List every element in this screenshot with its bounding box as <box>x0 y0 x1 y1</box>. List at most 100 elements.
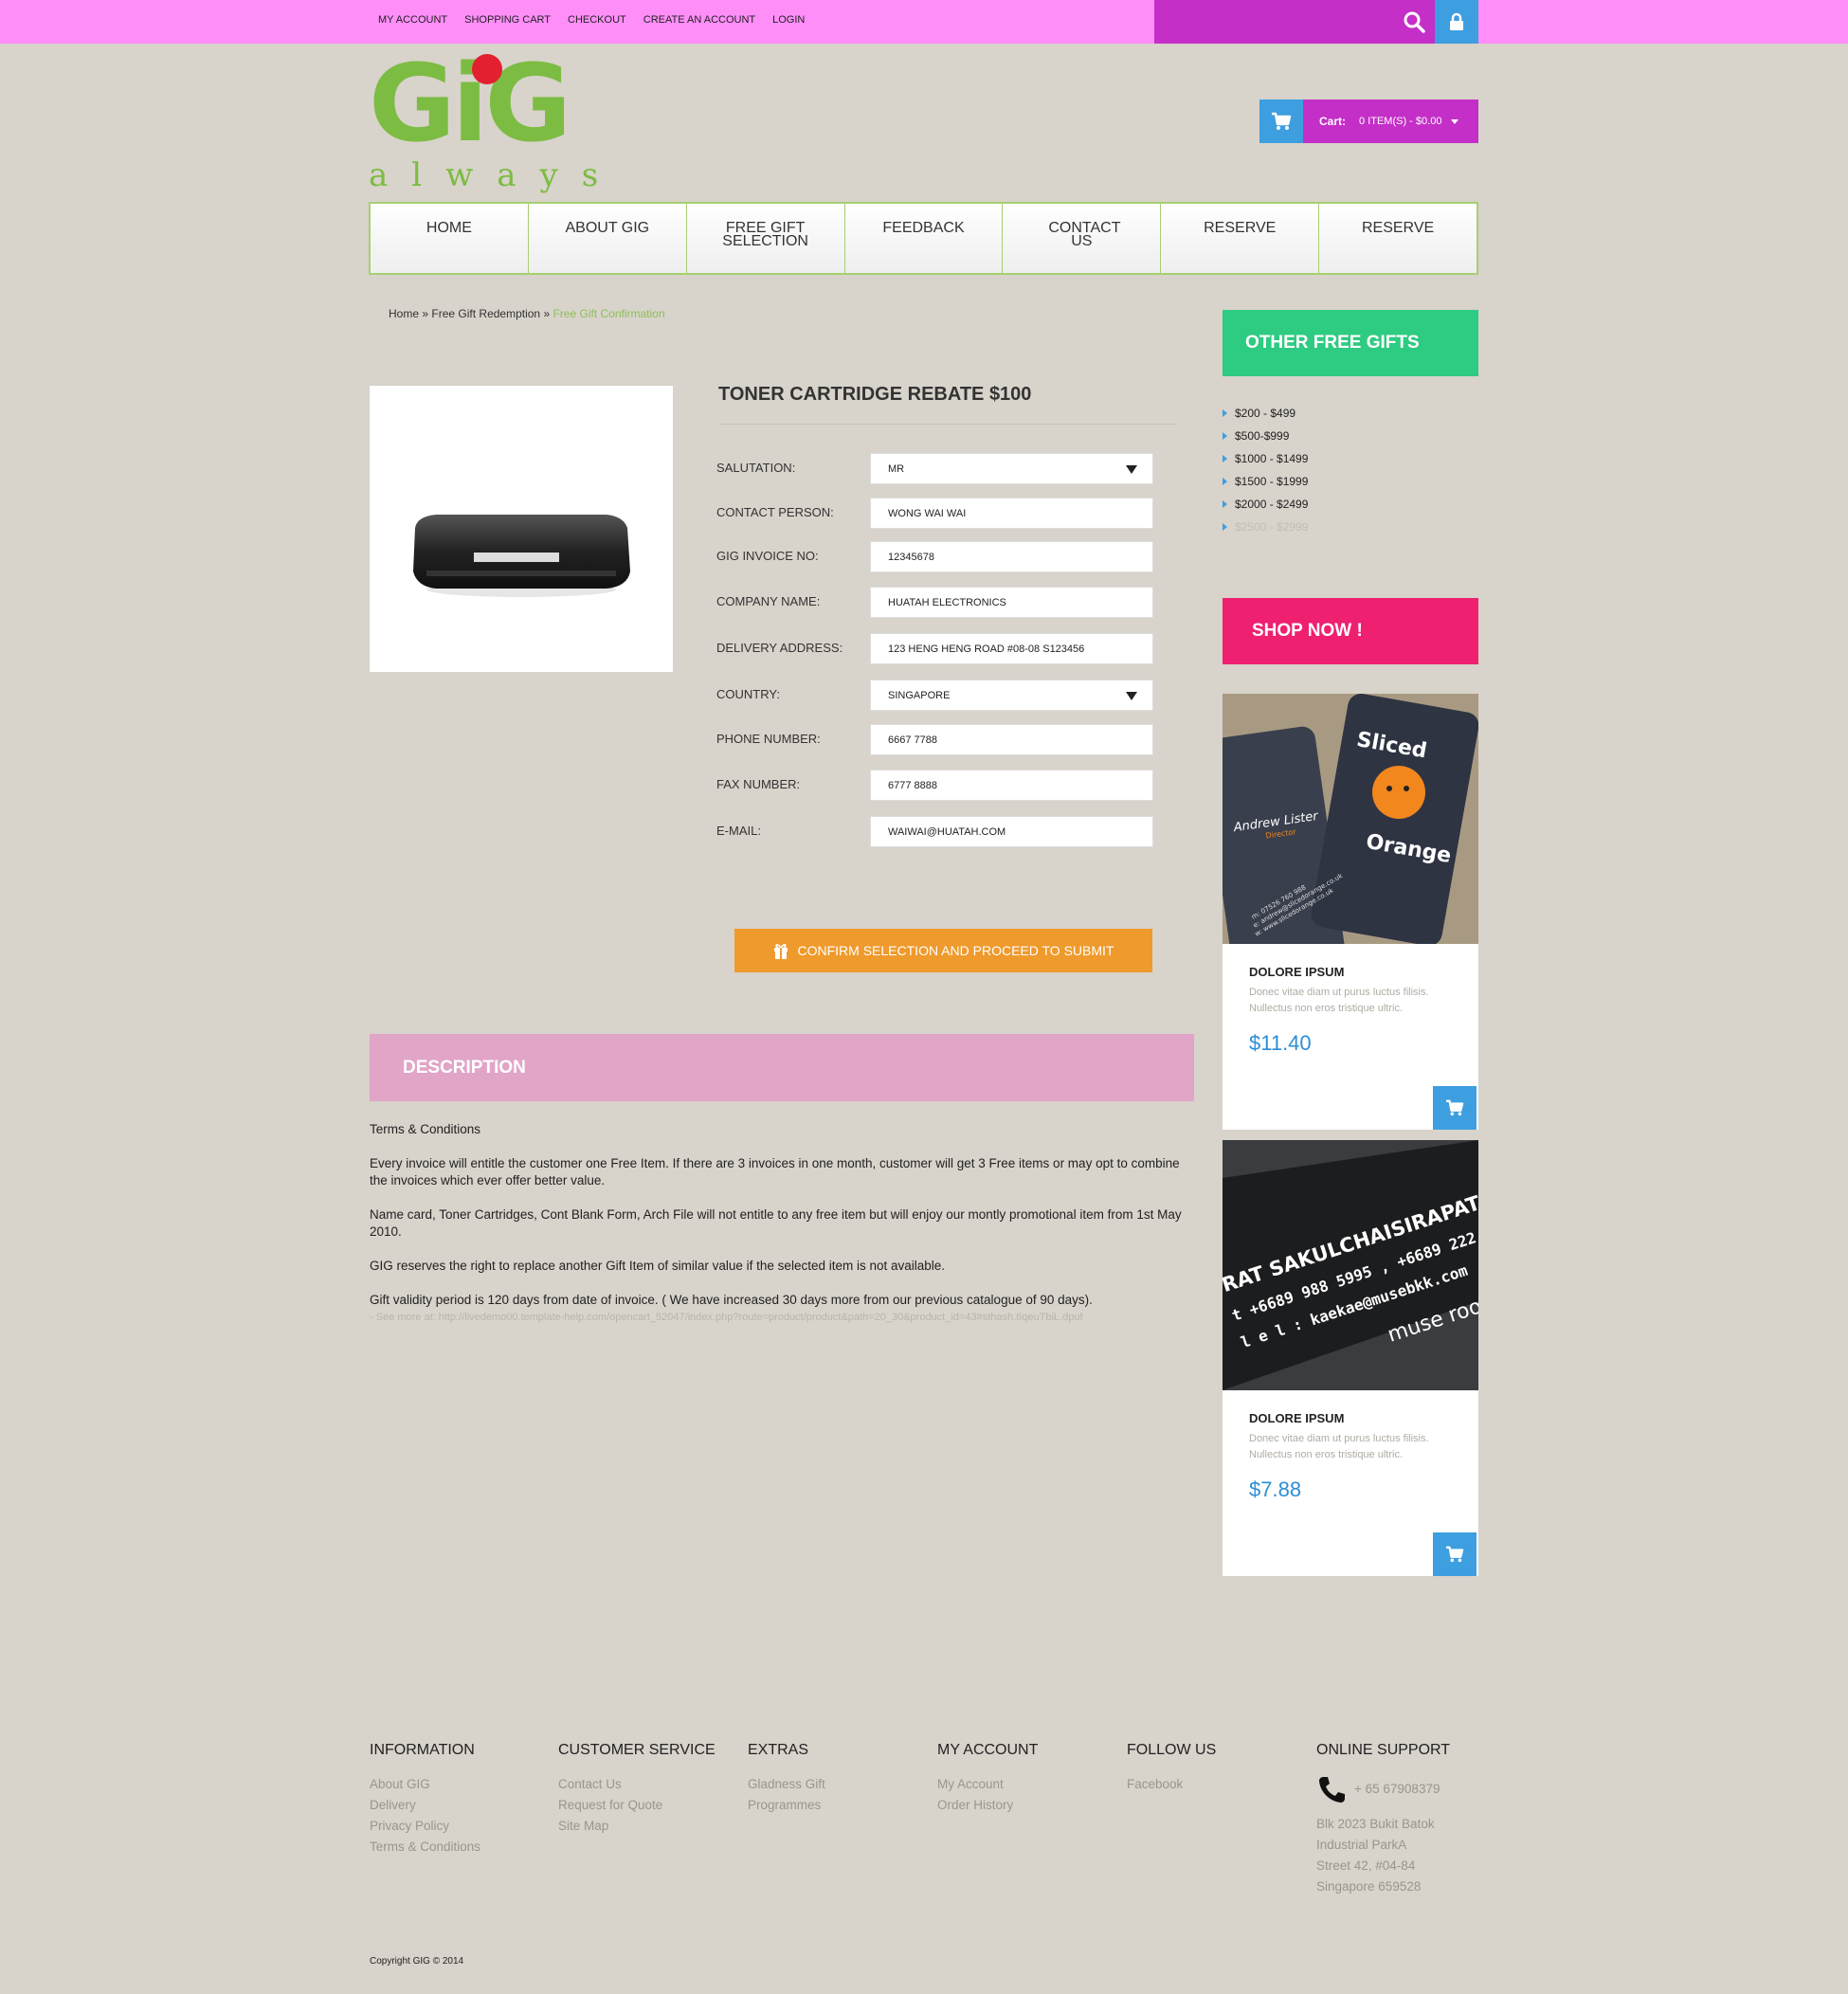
site-logo[interactable]: GiG always <box>369 51 615 199</box>
product-card: Sliced Orange Andrew Lister Director m: … <box>1223 694 1478 1130</box>
invoice-no-field[interactable]: 12345678 <box>870 541 1153 572</box>
support-address-line: Blk 2023 Bukit Batok <box>1316 1817 1435 1831</box>
footer-link[interactable]: Order History <box>937 1795 1038 1816</box>
support-address-line: Street 42, #04-84 <box>1316 1858 1416 1873</box>
product-card-name[interactable]: DOLORE IPSUM <box>1249 1411 1344 1425</box>
breadcrumb-home[interactable]: Home <box>389 307 419 320</box>
footer-link[interactable]: About GIG <box>370 1774 480 1795</box>
nav-item-reserve-1[interactable]: RESERVE <box>1161 204 1320 273</box>
top-link-checkout[interactable]: CHECKOUT <box>568 14 626 26</box>
footer-link[interactable]: Terms & Conditions <box>370 1837 480 1858</box>
cart-icon <box>1272 112 1292 130</box>
contact-person-field[interactable]: WONG WAI WAI <box>870 498 1153 529</box>
fax-number-field[interactable]: 6777 8888 <box>870 770 1153 801</box>
delivery-address-label: DELIVERY ADDRESS: <box>716 641 843 655</box>
price-range-label: $200 - $499 <box>1235 407 1296 420</box>
phone-icon <box>1319 1777 1345 1803</box>
footer-link[interactable]: Programmes <box>748 1795 825 1816</box>
product-card-name[interactable]: DOLORE IPSUM <box>1249 965 1344 979</box>
footer-link[interactable]: Site Map <box>558 1816 716 1837</box>
product-title: TONER CARTRIDGE REBATE $100 <box>718 384 1032 405</box>
salutation-label: SALUTATION: <box>716 461 796 475</box>
footer-link[interactable]: Gladness Gift <box>748 1774 825 1795</box>
fax-number-label: FAX NUMBER: <box>716 777 801 791</box>
select-value: MR <box>888 462 905 475</box>
description-paragraph: Gift validity period is 120 days from da… <box>370 1293 1093 1307</box>
bullet-arrow-icon <box>1223 455 1227 462</box>
breadcrumb-current: Free Gift Confirmation <box>553 307 665 320</box>
nav-item-feedback[interactable]: FEEDBACK <box>845 204 1004 273</box>
top-link-shopping-cart[interactable]: SHOPPING CART <box>464 14 551 26</box>
delivery-address-field[interactable]: 123 HENG HENG ROAD #08-08 S123456 <box>870 633 1153 664</box>
salutation-select[interactable]: MR <box>870 453 1153 484</box>
country-select[interactable]: SINGAPORE <box>870 680 1153 711</box>
nav-item-about-gig[interactable]: ABOUT GIG <box>529 204 687 273</box>
nav-item-free-gift-selection[interactable]: FREE GIFT SELECTION <box>687 204 845 273</box>
price-range-item[interactable]: $200 - $499 <box>1223 402 1308 425</box>
dropdown-caret-icon <box>1126 465 1137 474</box>
confirm-submit-button[interactable]: CONFIRM SELECTION AND PROCEED TO SUBMIT <box>734 929 1152 972</box>
bullet-arrow-icon <box>1223 523 1227 531</box>
top-links: MY ACCOUNT SHOPPING CART CHECKOUT CREATE… <box>378 0 805 40</box>
field-value: 6777 8888 <box>888 779 937 791</box>
footer-heading: MY ACCOUNT <box>937 1742 1039 1758</box>
bullet-arrow-icon <box>1223 478 1227 485</box>
footer-heading: CUSTOMER SERVICE <box>558 1742 716 1758</box>
product-card-image[interactable]: RAT SAKULCHAISIRAPAT t +6689 988 5995 , … <box>1223 1140 1478 1390</box>
company-name-label: COMPANY NAME: <box>716 594 821 608</box>
footer-link[interactable]: Request for Quote <box>558 1795 716 1816</box>
support-phone-number[interactable]: + 65 67908379 <box>1354 1779 1440 1800</box>
add-to-cart-button[interactable] <box>1433 1532 1477 1576</box>
search-button[interactable] <box>1393 0 1435 44</box>
price-range-item[interactable]: $2500 - $2999 <box>1223 516 1308 538</box>
price-range-item[interactable]: $1500 - $1999 <box>1223 470 1308 493</box>
field-value: 12345678 <box>888 551 934 563</box>
cart-dropdown[interactable]: Cart: 0 ITEM(S) - $0.00 <box>1259 100 1478 143</box>
footer-link[interactable]: Contact Us <box>558 1774 716 1795</box>
cart-label: Cart: <box>1319 115 1347 128</box>
cart-icon <box>1446 1099 1464 1116</box>
field-value: WONG WAI WAI <box>888 507 967 519</box>
nav-label: CONTACT US <box>1048 220 1121 249</box>
price-range-item[interactable]: $1000 - $1499 <box>1223 447 1308 470</box>
phone-number-field[interactable]: 6667 7788 <box>870 724 1153 755</box>
price-range-list: $200 - $499 $500-$999 $1000 - $1499 $150… <box>1223 402 1308 538</box>
footer-link[interactable]: Delivery <box>370 1795 480 1816</box>
bullet-arrow-icon <box>1223 432 1227 440</box>
price-range-item[interactable]: $2000 - $2499 <box>1223 493 1308 516</box>
footer-link[interactable]: Privacy Policy <box>370 1816 480 1837</box>
footer-column-information: INFORMATION About GIG Delivery Privacy P… <box>370 1742 480 1858</box>
breadcrumb-separator: » <box>422 307 429 320</box>
nav-item-reserve-2[interactable]: RESERVE <box>1319 204 1477 273</box>
nav-item-contact-us[interactable]: CONTACT US <box>1003 204 1162 273</box>
field-value: 123 HENG HENG ROAD #08-08 S123456 <box>888 643 1085 655</box>
see-more-link[interactable]: - See more at: http://livedemo00.templat… <box>370 1309 1194 1326</box>
shop-now-heading[interactable]: SHOP NOW ! <box>1223 598 1478 664</box>
top-link-login[interactable]: LOGIN <box>772 14 805 26</box>
footer-link[interactable]: Facebook <box>1127 1774 1216 1795</box>
breadcrumb-separator: » <box>543 307 551 320</box>
breadcrumb-free-gift-redemption[interactable]: Free Gift Redemption <box>431 307 540 320</box>
top-link-my-account[interactable]: MY ACCOUNT <box>378 14 447 26</box>
product-card-image[interactable]: Sliced Orange Andrew Lister Director m: … <box>1223 694 1478 944</box>
top-link-create-account[interactable]: CREATE AN ACCOUNT <box>643 14 755 26</box>
footer-heading: FOLLOW US <box>1127 1742 1217 1758</box>
cart-icon <box>1446 1546 1464 1563</box>
login-lock-button[interactable] <box>1435 0 1478 44</box>
product-card-price: $11.40 <box>1249 1031 1312 1055</box>
price-range-label: $2500 - $2999 <box>1235 520 1309 534</box>
nav-item-home[interactable]: HOME <box>371 204 529 273</box>
company-name-field[interactable]: HUATAH ELECTRONICS <box>870 587 1153 618</box>
add-to-cart-button[interactable] <box>1433 1086 1477 1130</box>
email-field[interactable]: WAIWAI@HUATAH.COM <box>870 816 1153 847</box>
dropdown-caret-icon <box>1126 692 1137 700</box>
price-range-item[interactable]: $500-$999 <box>1223 425 1308 447</box>
footer-column-follow-us: FOLLOW US Facebook <box>1127 1742 1216 1795</box>
field-value: WAIWAI@HUATAH.COM <box>888 825 1006 838</box>
field-value: HUATAH ELECTRONICS <box>888 596 1006 608</box>
cart-value: 0 ITEM(S) - $0.00 <box>1359 116 1442 127</box>
divider <box>718 424 1177 425</box>
support-address-line: Industrial ParkA <box>1316 1838 1407 1852</box>
country-label: COUNTRY: <box>716 687 780 701</box>
footer-link[interactable]: My Account <box>937 1774 1038 1795</box>
